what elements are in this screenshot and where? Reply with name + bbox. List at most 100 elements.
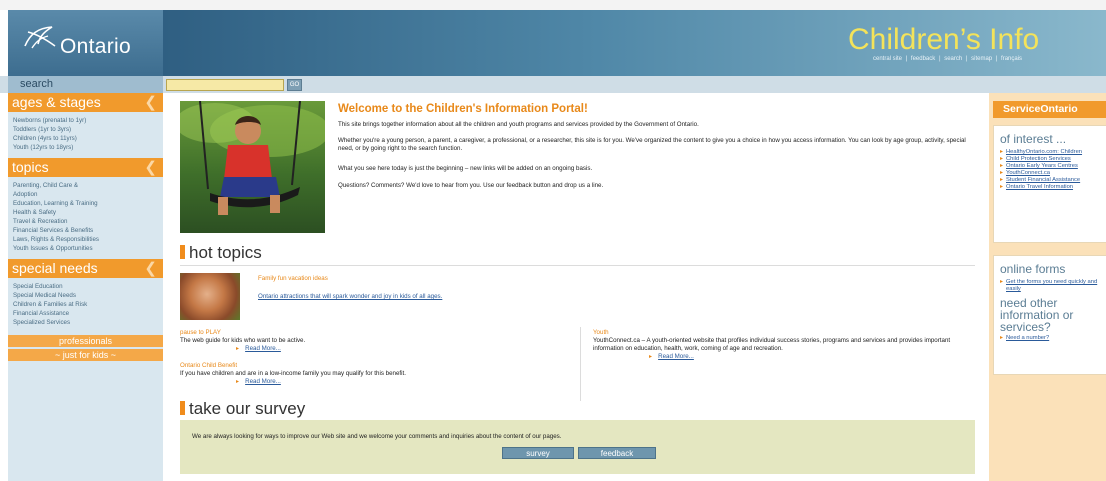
ontario-attractions-link[interactable]: Ontario attractions that will spark wond…: [258, 293, 442, 300]
child-thumbnail-photo[interactable]: [180, 273, 240, 320]
hot-topics-heading: hot topics: [180, 243, 262, 263]
separator: |: [965, 56, 968, 62]
benefit-desc: If you have children and are in a low-in…: [180, 370, 406, 377]
search-label: search: [8, 76, 163, 93]
search-input[interactable]: [166, 79, 284, 91]
topics-title: topics: [12, 159, 49, 175]
benefit-read-more-link[interactable]: Read More...: [180, 378, 575, 386]
survey-text: We are always looking for ways to improv…: [192, 433, 562, 440]
hot-topics-title: hot topics: [189, 243, 262, 262]
sidebar-item-parenting[interactable]: Parenting, Child Care &: [13, 181, 163, 190]
right-sidebar: ServiceOntario of interest ... HealthyOn…: [989, 93, 1106, 481]
sidebar-item-youth[interactable]: Youth (12yrs to 18yrs): [13, 143, 163, 152]
youth-read-more-link[interactable]: Read More...: [593, 353, 978, 361]
separator: |: [905, 56, 908, 62]
play-feature: pause to PLAY The web guide for kids who…: [180, 329, 575, 353]
play-title[interactable]: pause to PLAY: [180, 329, 575, 337]
chevron-left-icon: ❮: [144, 94, 157, 111]
youth-desc: YouthConnect.ca – A youth-oriented websi…: [593, 337, 951, 352]
intro-paragraph: This site brings together information ab…: [338, 121, 699, 128]
orange-bar-marker: [180, 401, 185, 415]
topics-heading: topics ❮: [8, 158, 163, 177]
chevron-left-icon: ❮: [144, 260, 157, 277]
ontario-logo[interactable]: Ontario: [8, 10, 163, 76]
special-needs-title: special needs: [12, 260, 98, 276]
ontario-trillium-logo-icon: [24, 26, 56, 49]
search-go-button[interactable]: GO: [287, 79, 302, 91]
special-needs-heading: special needs ❮: [8, 259, 163, 278]
survey-title: take our survey: [189, 399, 306, 418]
hero-photo-child-on-swing: [180, 101, 325, 233]
need-a-number-link[interactable]: Need a number?: [994, 335, 1106, 342]
sidebar-item-specialized-services[interactable]: Specialized Services: [13, 318, 163, 327]
family-fun-link[interactable]: Family fun vacation ideas: [258, 275, 328, 282]
sidebar-item-education[interactable]: Education, Learning & Training: [13, 199, 163, 208]
sidebar-item-newborns[interactable]: Newborns (prenatal to 1yr): [13, 116, 163, 125]
child-swing-illustration: [180, 101, 325, 215]
child-protection-link[interactable]: Child Protection Services: [994, 156, 1106, 163]
feedback-button[interactable]: feedback: [578, 447, 656, 459]
logo-text: Ontario: [60, 35, 131, 58]
intro-paragraph: Questions? Comments? We'd love to hear f…: [338, 182, 604, 189]
orange-bar-marker: [180, 245, 185, 259]
serviceontario-heading[interactable]: ServiceOntario: [993, 101, 1106, 118]
professionals-button[interactable]: professionals: [8, 335, 163, 347]
portal-title: Children’s Info: [848, 23, 1040, 56]
early-years-link[interactable]: Ontario Early Years Centres: [994, 163, 1106, 170]
survey-heading: take our survey: [180, 399, 305, 419]
sidebar-item-toddlers[interactable]: Toddlers (1yr to 3yrs): [13, 125, 163, 134]
benefit-title[interactable]: Ontario Child Benefit: [180, 362, 575, 370]
header-links: central site | feedback | search | sitem…: [872, 56, 1023, 62]
ontario-travel-link[interactable]: Ontario Travel Information: [994, 184, 1106, 191]
top-strip: [0, 0, 1106, 10]
separator: |: [995, 56, 998, 62]
sidebar-item-travel[interactable]: Travel & Recreation: [13, 217, 163, 226]
topics-list: Parenting, Child Care & Adoption Educati…: [8, 177, 163, 259]
chevron-left-icon: ❮: [144, 159, 157, 176]
just-for-kids-button[interactable]: ~ just for kids ~: [8, 349, 163, 361]
sidebar-item-health[interactable]: Health & Safety: [13, 208, 163, 217]
online-forms-title: online forms: [1000, 262, 1066, 276]
survey-button[interactable]: survey: [502, 447, 574, 459]
youth-title[interactable]: Youth: [593, 329, 978, 337]
central-site-link[interactable]: central site: [873, 56, 902, 62]
benefit-feature: Ontario Child Benefit If you have childr…: [180, 362, 575, 386]
divider: [580, 327, 581, 401]
francais-link[interactable]: français: [1001, 56, 1022, 62]
sidebar-item-children[interactable]: Children (4yrs to 11yrs): [13, 134, 163, 143]
sidebar-item-laws[interactable]: Laws, Rights & Responsibilities: [13, 235, 163, 244]
main-content: Welcome to the Children's Information Po…: [170, 93, 982, 481]
ages-stages-list: Newborns (prenatal to 1yr) Toddlers (1yr…: [8, 112, 163, 158]
sidebar-item-special-education[interactable]: Special Education: [13, 282, 163, 291]
search-bar: search GO: [0, 76, 1106, 93]
healthy-ontario-link[interactable]: HealthyOntario.com: Children: [994, 149, 1106, 156]
intro-paragraph: Whether you're a young person, a parent,…: [338, 137, 966, 152]
sidebar-item-special-medical[interactable]: Special Medical Needs: [13, 291, 163, 300]
sitemap-link[interactable]: sitemap: [971, 56, 992, 62]
separator: |: [938, 56, 941, 62]
intro-paragraph: What you see here today is just the begi…: [338, 165, 593, 172]
play-read-more-link[interactable]: Read More...: [180, 345, 575, 353]
welcome-title: Welcome to the Children's Information Po…: [338, 103, 588, 115]
sidebar-item-adoption[interactable]: Adoption: [13, 190, 163, 199]
youthconnect-link[interactable]: YouthConnect.ca: [994, 170, 1106, 177]
divider: [180, 265, 975, 266]
sidebar-item-youth-issues[interactable]: Youth Issues & Opportunities: [13, 244, 163, 253]
play-desc: The web guide for kids who want to be ac…: [180, 337, 306, 344]
of-interest-title: of interest ...: [1000, 132, 1067, 146]
survey-box: We are always looking for ways to improv…: [180, 420, 975, 474]
sidebar-item-families-at-risk[interactable]: Children & Families at Risk: [13, 300, 163, 309]
ages-stages-heading: ages & stages ❮: [8, 93, 163, 112]
site-header: Ontario Children’s Info central site | f…: [0, 10, 1106, 76]
search-link[interactable]: search: [944, 56, 962, 62]
of-interest-panel: of interest ... HealthyOntario.com: Chil…: [993, 125, 1106, 243]
left-sidebar: ages & stages ❮ Newborns (prenatal to 1y…: [8, 93, 163, 481]
sidebar-item-financial-assistance[interactable]: Financial Assistance: [13, 309, 163, 318]
sidebar-item-financial[interactable]: Financial Services & Benefits: [13, 226, 163, 235]
ages-stages-title: ages & stages: [12, 94, 101, 110]
feedback-link[interactable]: feedback: [911, 56, 935, 62]
youth-feature: Youth YouthConnect.ca – A youth-oriented…: [593, 329, 978, 361]
need-other-info-title: need other information or services?: [1000, 296, 1074, 334]
get-forms-link[interactable]: Get the forms you need quickly and easil…: [994, 279, 1106, 293]
student-financial-link[interactable]: Student Financial Assistance: [994, 177, 1106, 184]
